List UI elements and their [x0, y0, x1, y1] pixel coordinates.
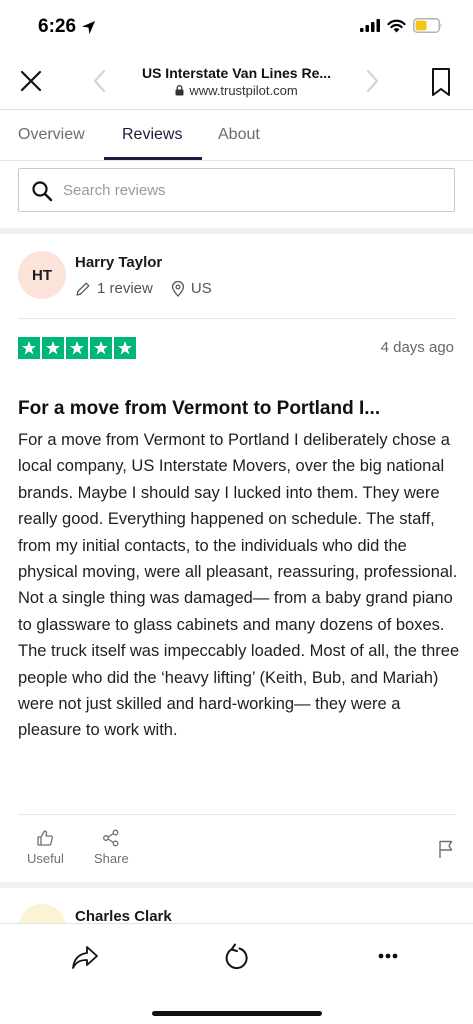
section-separator [0, 882, 473, 888]
battery-icon [413, 18, 442, 33]
review-tabs: Overview Reviews About [0, 110, 473, 161]
page-url-text: www.trustpilot.com [189, 83, 298, 98]
active-tab-indicator [104, 157, 202, 160]
cellular-signal-icon [360, 19, 380, 32]
share-icon[interactable] [70, 942, 100, 972]
star-rating [18, 337, 136, 359]
bottom-toolbar [0, 923, 473, 1024]
back-chevron-icon[interactable] [90, 68, 110, 94]
lock-icon [175, 85, 184, 96]
thumbs-up-icon [37, 830, 54, 846]
status-time: 6:26 [38, 16, 96, 38]
tab-reviews[interactable]: Reviews [122, 126, 182, 144]
status-bar: 6:26 [0, 0, 473, 54]
location-arrow-icon [81, 20, 96, 34]
status-indicators [360, 18, 443, 33]
star-icon [114, 337, 136, 359]
divider [18, 814, 455, 815]
bookmark-icon[interactable] [430, 67, 452, 97]
home-indicator [152, 1011, 322, 1016]
share-button[interactable]: Share [94, 829, 129, 866]
status-time-text: 6:26 [38, 16, 77, 37]
divider [18, 318, 455, 319]
reviewer-country: US [171, 280, 212, 297]
reload-icon[interactable] [221, 941, 251, 971]
review-date: 4 days ago [380, 339, 454, 356]
search-icon [32, 181, 53, 202]
pencil-icon [76, 282, 90, 296]
tab-overview[interactable]: Overview [18, 126, 85, 144]
share-label: Share [94, 851, 129, 866]
forward-chevron-icon[interactable] [362, 68, 382, 94]
location-pin-icon [171, 280, 185, 297]
browser-bar: US Interstate Van Lines Re... www.trustp… [0, 54, 473, 110]
search-input[interactable] [63, 169, 443, 211]
search-box[interactable] [18, 168, 455, 212]
close-icon[interactable] [18, 68, 44, 94]
avatar[interactable]: HT [18, 251, 66, 299]
section-separator [0, 228, 473, 234]
page-url[interactable]: www.trustpilot.com [120, 83, 353, 98]
reviewer-country-text: US [190, 280, 212, 297]
reviewer-name[interactable]: Harry Taylor [75, 254, 162, 271]
flag-icon[interactable] [437, 839, 455, 859]
star-icon [18, 337, 40, 359]
reviewer-meta: 1 review US [75, 280, 212, 297]
star-icon [42, 337, 64, 359]
more-icon[interactable] [373, 949, 403, 963]
tab-about[interactable]: About [218, 126, 260, 144]
review-count: 1 review [75, 280, 153, 297]
review-body: For a move from Vermont to Portland I de… [18, 431, 460, 740]
star-icon [90, 337, 112, 359]
review-title[interactable]: For a move from Vermont to Portland I... [18, 398, 458, 420]
useful-button[interactable]: Useful [27, 829, 64, 866]
wifi-icon [387, 19, 406, 32]
review-count-text: 1 review [97, 280, 153, 297]
star-icon [66, 337, 88, 359]
share-nodes-icon [103, 829, 119, 847]
page-title: US Interstate Van Lines Re... [141, 65, 332, 81]
useful-label: Useful [27, 851, 64, 866]
